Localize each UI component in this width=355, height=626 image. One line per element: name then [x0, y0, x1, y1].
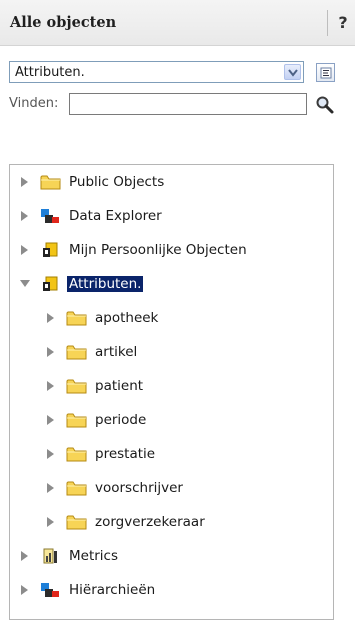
tree-node-label: Data Explorer	[69, 208, 162, 224]
hierarchy-icon	[41, 583, 59, 597]
object-type-select[interactable]: Attributen.	[9, 61, 304, 83]
collapse-arrow-icon[interactable]	[20, 278, 30, 290]
tree-node-label: Hiërarchieën	[69, 582, 156, 598]
tree-node-label: Metrics	[69, 548, 119, 564]
details-view-button[interactable]	[316, 63, 335, 82]
expand-arrow-icon[interactable]	[20, 210, 30, 222]
tree-node-label-selected: Attributen.	[67, 276, 144, 292]
folder-icon	[66, 515, 87, 530]
tree-node-label: Public Objects	[69, 174, 165, 190]
expand-arrow-icon[interactable]	[46, 448, 56, 460]
expand-arrow-icon[interactable]	[20, 584, 30, 596]
personal-folder-icon	[43, 276, 58, 291]
expand-arrow-icon[interactable]	[46, 346, 56, 358]
chevron-down-icon[interactable]	[284, 64, 301, 80]
tree-node-label: artikel	[95, 344, 138, 360]
folder-icon	[66, 447, 87, 462]
list-view-icon	[320, 67, 332, 79]
help-button[interactable]: ?	[334, 10, 352, 36]
folder-icon	[40, 175, 61, 190]
tree-node-label: voorschrijver	[95, 480, 183, 496]
folder-icon	[66, 481, 87, 496]
tree-node-label: Mijn Persoonlijke Objecten	[69, 242, 247, 258]
expand-arrow-icon[interactable]	[20, 176, 30, 188]
object-tree: Public Objects Data Explorer Mijn Persoo…	[9, 164, 334, 620]
personal-folder-icon	[43, 242, 58, 257]
panel-title: Alle objecten	[10, 14, 117, 31]
tree-node-label: zorgverzekeraar	[95, 514, 205, 530]
expand-arrow-icon[interactable]	[46, 516, 56, 528]
folder-icon	[66, 311, 87, 326]
tree-node-label: apotheek	[95, 310, 159, 326]
metrics-icon	[43, 548, 57, 564]
object-type-select-value: Attributen.	[15, 65, 85, 80]
find-label: Vinden:	[9, 96, 59, 111]
find-input[interactable]	[69, 93, 307, 115]
expand-arrow-icon[interactable]	[46, 414, 56, 426]
search-icon	[316, 96, 334, 114]
expand-arrow-icon[interactable]	[46, 380, 56, 392]
tree-node-label: periode	[95, 412, 147, 428]
expand-arrow-icon[interactable]	[46, 312, 56, 324]
folder-icon	[66, 413, 87, 428]
panel-header: Alle objecten ?	[0, 0, 355, 46]
tree-node-label: prestatie	[95, 446, 156, 462]
folder-icon	[66, 345, 87, 360]
folder-icon	[66, 379, 87, 394]
data-explorer-icon	[41, 209, 59, 223]
expand-arrow-icon[interactable]	[20, 244, 30, 256]
header-divider	[327, 10, 328, 36]
search-button[interactable]	[315, 95, 335, 115]
tree-node-label: patient	[95, 378, 144, 394]
expand-arrow-icon[interactable]	[46, 482, 56, 494]
expand-arrow-icon[interactable]	[20, 550, 30, 562]
